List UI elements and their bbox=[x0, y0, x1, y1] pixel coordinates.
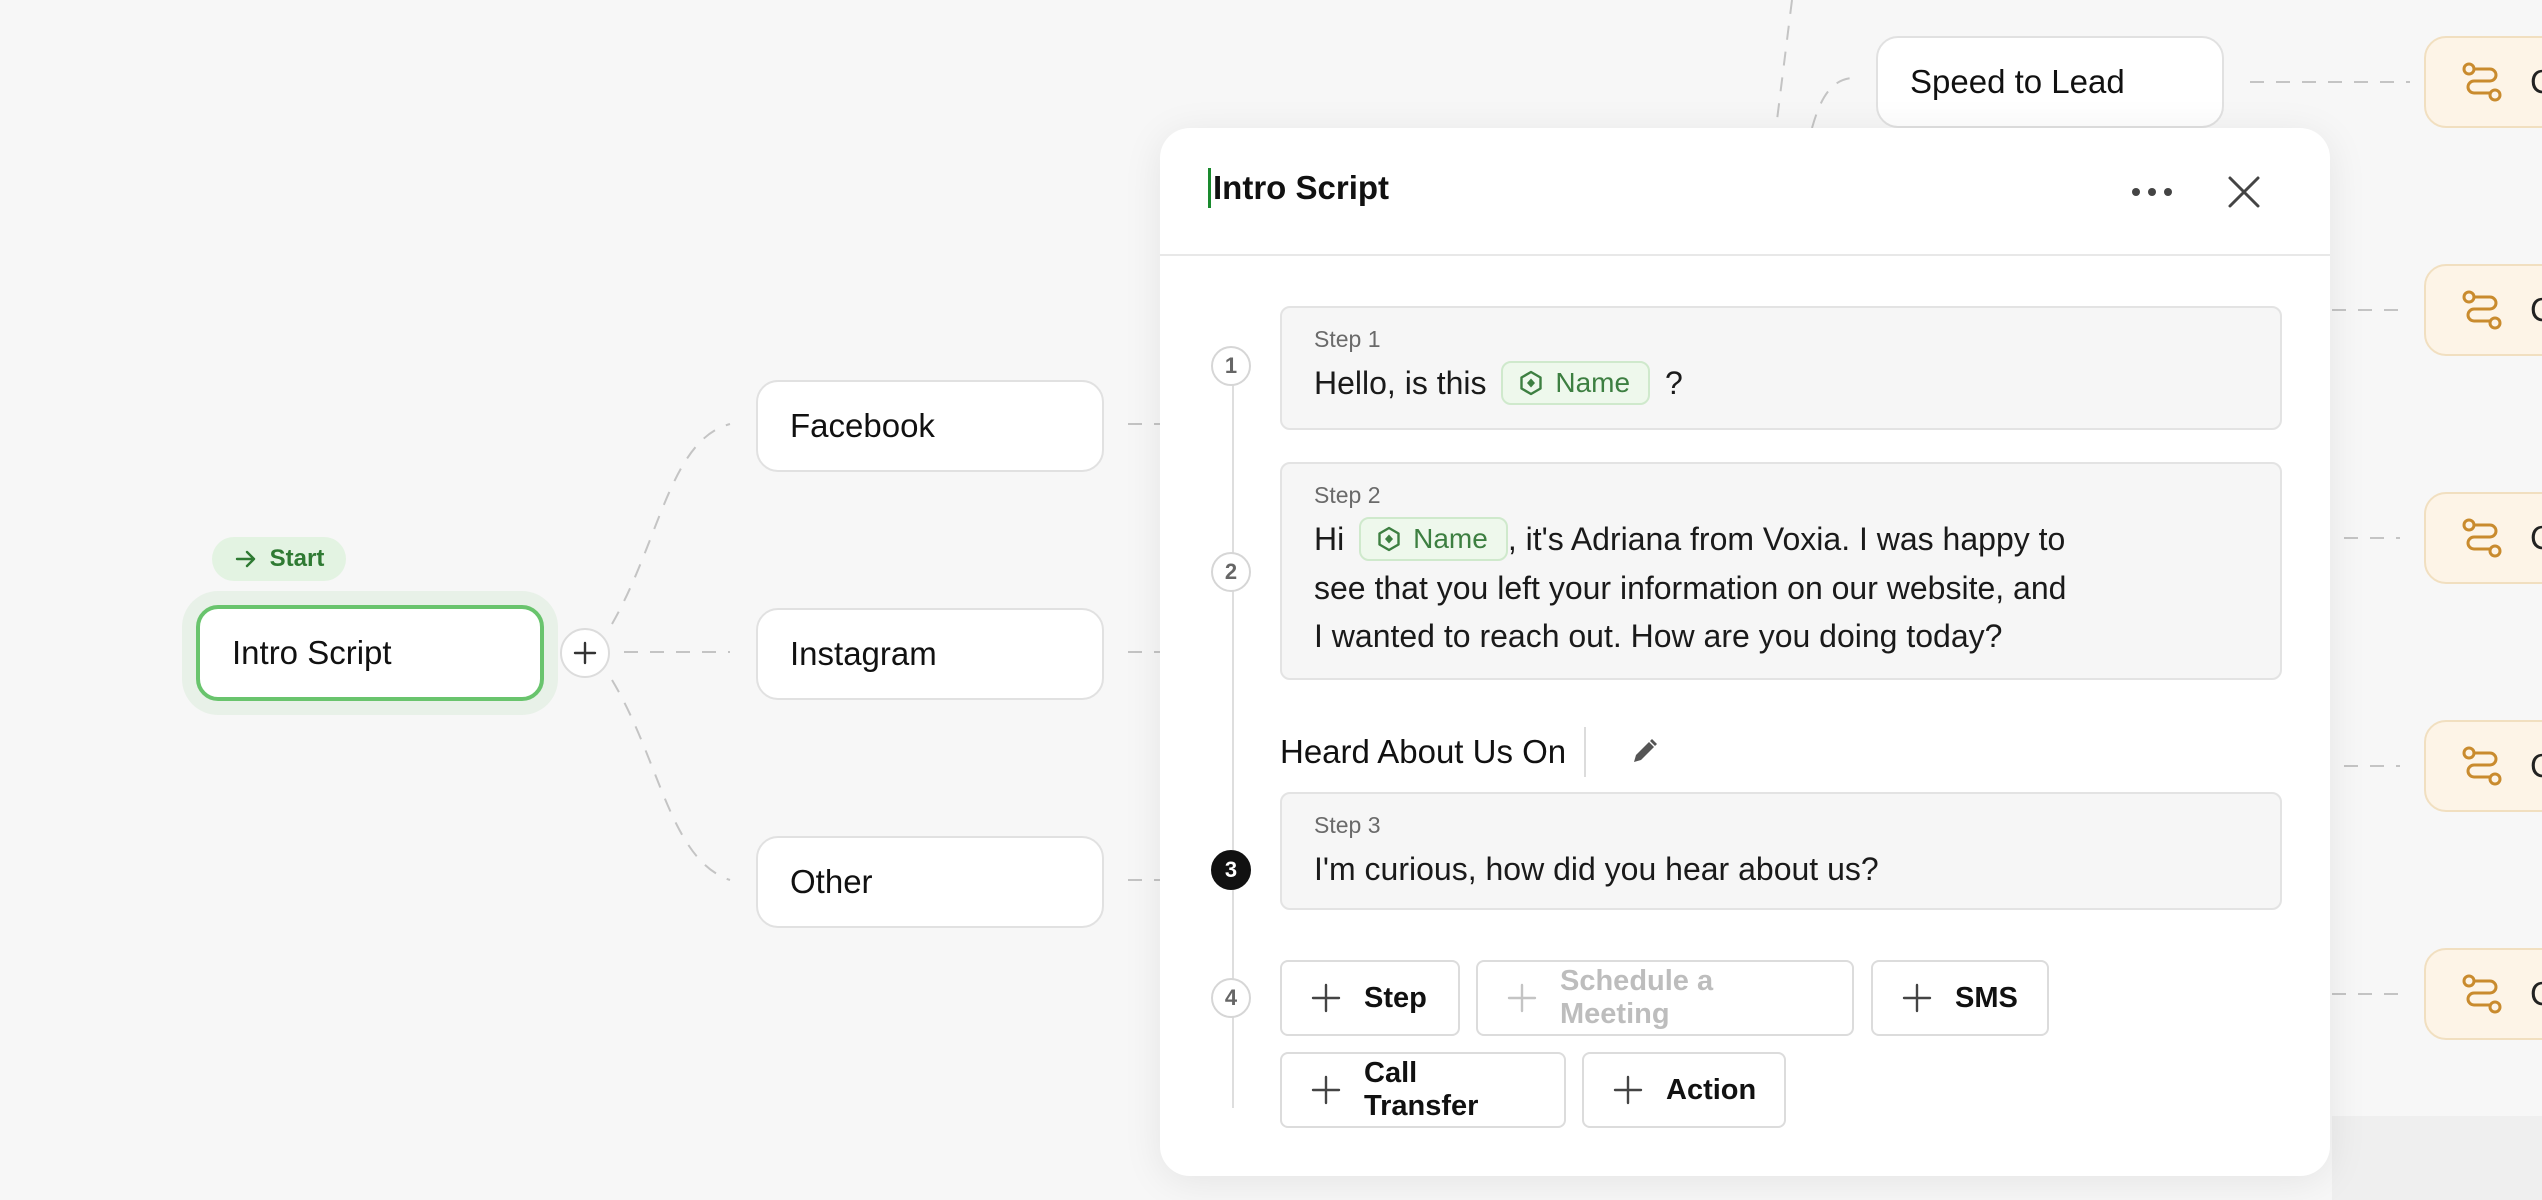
action-node[interactable]: C bbox=[2424, 264, 2542, 356]
step-number: 1 bbox=[1211, 346, 1251, 386]
route-icon bbox=[2462, 62, 2502, 102]
add-step-button[interactable]: Step bbox=[1280, 960, 1460, 1036]
step-label: Step 3 bbox=[1314, 812, 1381, 838]
variable-hexagon-icon bbox=[1378, 526, 1400, 551]
step-text-part: , it's Adriana from Voxia. I was happy t… bbox=[1507, 521, 2066, 557]
step-text-part: Hi bbox=[1314, 521, 1345, 557]
add-call-transfer-label: Call Transfer bbox=[1364, 1057, 1479, 1122]
section-label: Heard About Us On bbox=[1280, 724, 1660, 780]
step-number-text: 3 bbox=[1224, 857, 1238, 882]
action-node-label: C bbox=[2530, 63, 2542, 100]
panel-title-input[interactable]: Intro Script bbox=[1208, 168, 1389, 208]
arrow-right-icon bbox=[235, 550, 255, 568]
divider bbox=[1584, 727, 1587, 777]
step-card[interactable]: Step 3 I'm curious, how did you hear abo… bbox=[1280, 792, 2282, 910]
node-instagram[interactable]: Instagram bbox=[756, 608, 1104, 700]
add-step-label: Step bbox=[1364, 981, 1427, 1014]
variable-hexagon-icon bbox=[1520, 370, 1543, 395]
add-sms-button[interactable]: SMS bbox=[1871, 960, 2049, 1036]
variable-chip-name[interactable]: Name bbox=[1501, 360, 1651, 405]
action-node-label: C bbox=[2530, 747, 2542, 784]
route-icon bbox=[2462, 974, 2502, 1014]
action-node-label: C bbox=[2530, 291, 2542, 328]
more-options-button[interactable] bbox=[2124, 170, 2180, 214]
step-text-part: Hello, is this bbox=[1314, 365, 1487, 401]
pencil-icon[interactable] bbox=[1628, 736, 1660, 768]
add-schedule-meeting-label: Schedule a Meeting bbox=[1560, 965, 1714, 1030]
node-facebook-label: Facebook bbox=[790, 407, 935, 444]
node-intro-script[interactable]: Intro Script bbox=[196, 605, 544, 701]
close-button[interactable] bbox=[2216, 164, 2272, 220]
add-call-transfer-button[interactable]: Call Transfer bbox=[1280, 1052, 1566, 1128]
action-node[interactable]: C bbox=[2424, 948, 2542, 1040]
node-intro-script-label: Intro Script bbox=[232, 634, 392, 671]
node-editor-panel: Intro Script 1 Step 1 Hello, is this Nam… bbox=[1160, 128, 2330, 1176]
step-text: Hi Name , it's Adriana from Voxia. I was… bbox=[1314, 515, 2248, 660]
node-facebook[interactable]: Facebook bbox=[756, 380, 1104, 472]
route-icon bbox=[2462, 518, 2502, 558]
add-sms-label: SMS bbox=[1955, 981, 2018, 1014]
step-number: 4 bbox=[1211, 978, 1251, 1018]
step-label: Step 1 bbox=[1314, 326, 1381, 352]
variable-chip-label: Name bbox=[1555, 366, 1631, 398]
step-card[interactable]: Step 2 Hi Name , it's Adriana from Voxia… bbox=[1280, 462, 2282, 680]
section-label-text: Heard About Us On bbox=[1280, 733, 1567, 770]
step-number: 2 bbox=[1211, 552, 1251, 592]
node-speed-to-lead[interactable]: Speed to Lead bbox=[1876, 36, 2224, 128]
node-other[interactable]: Other bbox=[756, 836, 1104, 928]
plus-icon bbox=[1507, 983, 1537, 1013]
step-text: I'm curious, how did you hear about us? bbox=[1314, 851, 1879, 887]
step-text-line: see that you left your information on ou… bbox=[1314, 569, 2067, 606]
close-icon bbox=[2228, 176, 2260, 208]
add-action-label: Action bbox=[1666, 1073, 1757, 1106]
flow-canvas[interactable]: Start Intro Script Facebook Instagram Ot… bbox=[0, 0, 2542, 1200]
add-action-button[interactable]: Action bbox=[1582, 1052, 1786, 1128]
step-text-line: I wanted to reach out. How are you doing… bbox=[1314, 617, 2003, 654]
step-number-active: 3 bbox=[1211, 850, 1251, 890]
node-speed-to-lead-label: Speed to Lead bbox=[1910, 63, 2125, 100]
start-badge: Start bbox=[212, 537, 346, 581]
step-text-line: Hi Name , it's Adriana from Voxia. I was… bbox=[1314, 515, 2248, 564]
plus-icon bbox=[1311, 1075, 1341, 1105]
add-node-button[interactable] bbox=[560, 628, 610, 678]
step-label: Step 2 bbox=[1314, 482, 1381, 508]
panel-header: Intro Script bbox=[1160, 128, 2330, 256]
route-icon bbox=[2462, 290, 2502, 330]
add-schedule-meeting-button[interactable]: Schedule a Meeting bbox=[1476, 960, 1854, 1036]
action-node[interactable]: C bbox=[2424, 720, 2542, 812]
node-instagram-label: Instagram bbox=[790, 635, 937, 672]
step-number-text: 1 bbox=[1224, 353, 1238, 378]
step-text-part: ? bbox=[1664, 365, 1683, 401]
action-node[interactable]: C bbox=[2424, 36, 2542, 128]
start-badge-label: Start bbox=[269, 545, 325, 572]
step-number-text: 2 bbox=[1224, 559, 1238, 584]
plus-icon bbox=[1311, 983, 1341, 1013]
variable-chip-label: Name bbox=[1413, 522, 1488, 554]
action-node-label: C bbox=[2530, 519, 2542, 556]
action-node-label: C bbox=[2530, 975, 2542, 1012]
plus-icon bbox=[1902, 983, 1932, 1013]
variable-chip-name[interactable]: Name bbox=[1359, 516, 1508, 561]
step-text: Hello, is this Name ? bbox=[1314, 359, 2248, 408]
step-number-text: 4 bbox=[1224, 985, 1238, 1010]
route-icon bbox=[2462, 746, 2502, 786]
step-card[interactable]: Step 1 Hello, is this Name ? bbox=[1280, 306, 2282, 430]
action-node[interactable]: C bbox=[2424, 492, 2542, 584]
more-horizontal-icon bbox=[2132, 188, 2172, 196]
plus-icon bbox=[1613, 1075, 1643, 1105]
canvas-bottom-strip bbox=[2332, 1116, 2542, 1200]
plus-icon bbox=[573, 641, 597, 665]
node-other-label: Other bbox=[790, 863, 873, 900]
